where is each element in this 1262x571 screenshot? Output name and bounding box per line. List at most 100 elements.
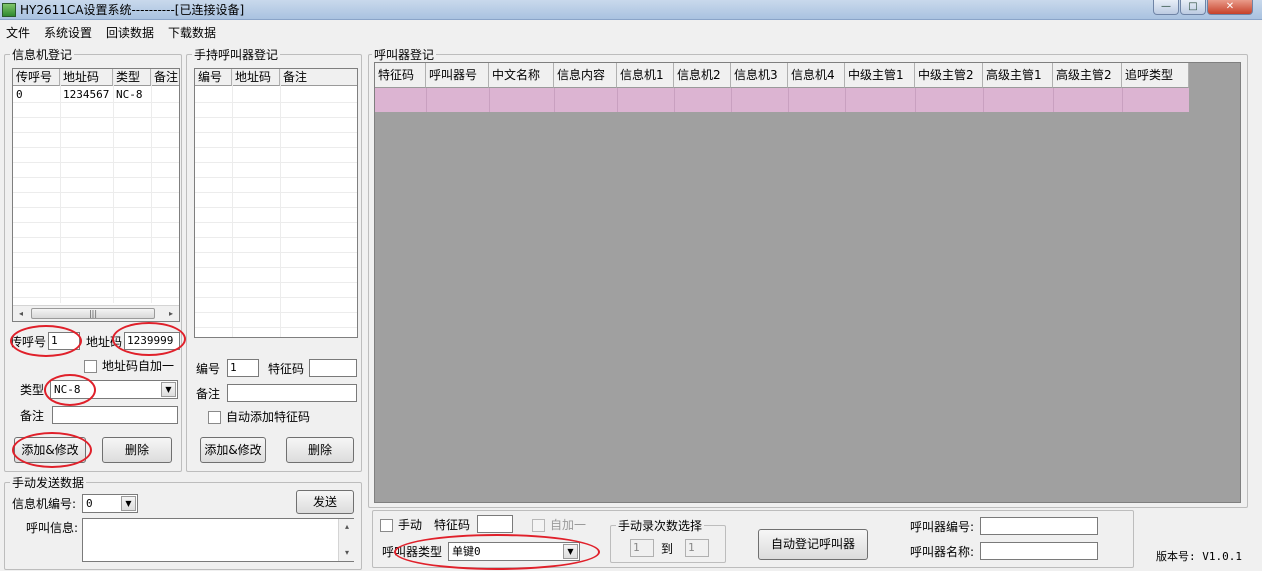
version-label: 版本号: V1.0.1 — [1156, 550, 1242, 563]
col-header-mid-mgr2[interactable]: 中级主管2 — [915, 63, 983, 88]
dropdown-icon[interactable]: ▼ — [563, 544, 578, 559]
close-button[interactable]: ✕ — [1207, 0, 1253, 15]
call-label: 传呼号 — [10, 335, 47, 349]
note-input[interactable] — [52, 406, 178, 424]
col-header-note[interactable]: 备注 — [280, 69, 357, 86]
col-header-note[interactable]: 备注 — [151, 69, 179, 86]
info-machine-legend: 信息机登记 — [10, 46, 75, 63]
handheld-note-input[interactable] — [227, 384, 357, 402]
type-label: 类型 — [20, 383, 45, 397]
caller-reg-legend: 呼叫器登记 — [372, 46, 437, 63]
type-select-value: NC-8 — [54, 383, 81, 396]
dropdown-icon[interactable]: ▼ — [121, 496, 136, 511]
call-info-label: 呼叫信息: — [26, 521, 79, 535]
info-machine-table: 传呼号 地址码 类型 备注 0 1234567 NC-8 ◂ ||| ▸ — [12, 68, 180, 322]
auto-inc-checkbox[interactable] — [532, 519, 545, 532]
col-header-machine2[interactable]: 信息机2 — [674, 63, 731, 88]
col-header-machine4[interactable]: 信息机4 — [788, 63, 845, 88]
scroll-down-icon[interactable]: ▾ — [339, 545, 355, 561]
menu-read-back[interactable]: 回读数据 — [106, 24, 154, 41]
col-header-caller-no[interactable]: 呼叫器号 — [426, 63, 489, 88]
handheld-legend: 手持呼叫器登记 — [192, 46, 281, 63]
info-table-hscroll[interactable]: ◂ ||| ▸ — [13, 305, 179, 321]
maximize-button[interactable]: □ — [1180, 0, 1206, 15]
col-header-call[interactable]: 传呼号 — [13, 69, 60, 86]
col-header-addr[interactable]: 地址码 — [60, 69, 113, 86]
scroll-left-icon[interactable]: ◂ — [13, 306, 29, 321]
col-header-number[interactable]: 编号 — [195, 69, 232, 86]
handheld-add-modify-button[interactable]: 添加&修改 — [200, 437, 266, 463]
scroll-up-icon[interactable]: ▴ — [339, 519, 355, 535]
bottom-feature-input[interactable] — [477, 515, 513, 533]
caller-name-input[interactable] — [980, 542, 1098, 560]
to-label: 到 — [661, 542, 674, 556]
machine-no-select[interactable]: 0 ▼ — [82, 494, 138, 513]
col-header-chase-type[interactable]: 追呼类型 — [1122, 63, 1189, 88]
menu-bar: 文件 系统设置 回读数据 下载数据 — [0, 21, 1262, 41]
auto-feature-label: 自动添加特征码 — [226, 410, 311, 424]
machine-no-label: 信息机编号: — [12, 497, 77, 511]
col-header-mid-mgr1[interactable]: 中级主管1 — [845, 63, 915, 88]
minimize-button[interactable]: — — [1153, 0, 1179, 15]
caller-name-label: 呼叫器名称: — [910, 545, 975, 559]
col-header-sr-mgr1[interactable]: 高级主管1 — [983, 63, 1053, 88]
addr-auto-inc-label: 地址码自加一 — [102, 359, 175, 373]
bottom-feature-label: 特征码 — [434, 518, 471, 532]
col-header-cn-name[interactable]: 中文名称 — [489, 63, 554, 88]
feature-input[interactable] — [309, 359, 357, 377]
cell-type: NC-8 — [116, 88, 143, 101]
note-label: 备注 — [20, 409, 45, 423]
table-row[interactable] — [375, 88, 1189, 112]
machine-no-value: 0 — [86, 497, 93, 510]
menu-file[interactable]: 文件 — [6, 24, 30, 41]
col-header-info[interactable]: 信息内容 — [554, 63, 617, 88]
auto-register-button[interactable]: 自动登记呼叫器 — [758, 529, 868, 560]
handheld-note-label: 备注 — [196, 387, 221, 401]
col-header-feature[interactable]: 特征码 — [375, 63, 426, 88]
record-to-input[interactable]: 1 — [685, 539, 709, 557]
manual-checkbox[interactable] — [380, 519, 393, 532]
add-modify-button[interactable]: 添加&修改 — [14, 437, 86, 463]
caller-no-label: 呼叫器编号: — [910, 520, 975, 534]
manual-send-legend: 手动发送数据 — [10, 474, 87, 491]
col-header-machine1[interactable]: 信息机1 — [617, 63, 674, 88]
addr-input[interactable]: 1239999 — [124, 332, 180, 350]
dropdown-icon[interactable]: ▼ — [161, 382, 176, 397]
caller-grid-header: 特征码 呼叫器号 中文名称 信息内容 信息机1 信息机2 信息机3 信息机4 中… — [375, 63, 1189, 88]
scroll-thumb[interactable]: ||| — [31, 308, 155, 319]
call-number-input[interactable]: 1 — [48, 332, 80, 350]
caller-grid: 特征码 呼叫器号 中文名称 信息内容 信息机1 信息机2 信息机3 信息机4 中… — [374, 62, 1241, 503]
number-input[interactable]: 1 — [227, 359, 259, 377]
call-info-vscroll[interactable]: ▴ ▾ — [338, 519, 354, 561]
handheld-delete-button[interactable]: 删除 — [286, 437, 354, 463]
auto-feature-checkbox[interactable] — [208, 411, 221, 424]
scroll-right-icon[interactable]: ▸ — [163, 306, 179, 321]
number-label: 编号 — [196, 362, 221, 376]
col-header-machine3[interactable]: 信息机3 — [731, 63, 788, 88]
send-button[interactable]: 发送 — [296, 490, 354, 514]
auto-inc-label: 自加一 — [550, 518, 587, 532]
caller-type-select[interactable]: 单键0 ▼ — [448, 542, 580, 561]
addr-auto-inc-checkbox[interactable] — [84, 360, 97, 373]
window-title: HY2611CA设置系统----------[已连接设备] — [20, 3, 245, 17]
call-info-textarea[interactable] — [82, 518, 354, 562]
menu-system-settings[interactable]: 系统设置 — [44, 24, 92, 41]
addr-label: 地址码 — [86, 335, 123, 349]
record-from-input[interactable]: 1 — [630, 539, 654, 557]
col-header-sr-mgr2[interactable]: 高级主管2 — [1053, 63, 1122, 88]
col-header-addr[interactable]: 地址码 — [232, 69, 280, 86]
caller-no-input[interactable] — [980, 517, 1098, 535]
app-icon — [2, 3, 16, 17]
cell-addr: 1234567 — [63, 88, 110, 101]
menu-download[interactable]: 下载数据 — [168, 24, 216, 41]
delete-button[interactable]: 删除 — [102, 437, 172, 463]
type-select[interactable]: NC-8 ▼ — [50, 380, 178, 399]
cell-call: 0 — [16, 88, 23, 101]
feature-label: 特征码 — [268, 362, 305, 376]
caller-type-value: 单键0 — [452, 545, 481, 558]
caller-type-label: 呼叫器类型 — [382, 545, 443, 559]
record-count-legend: 手动录次数选择 — [616, 517, 705, 534]
col-header-type[interactable]: 类型 — [113, 69, 151, 86]
manual-label: 手动 — [398, 518, 423, 532]
handheld-table: 编号 地址码 备注 — [194, 68, 358, 338]
